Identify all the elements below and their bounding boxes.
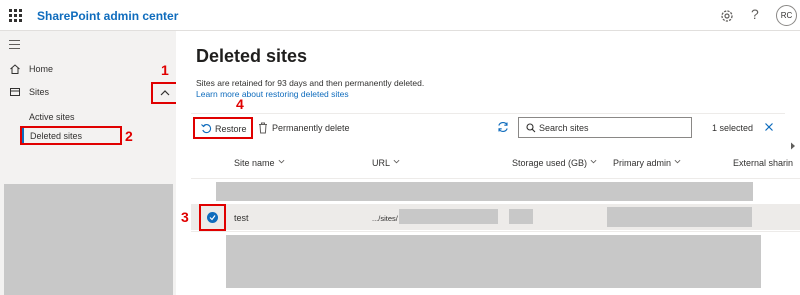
sidebar-item-active-sites[interactable]: Active sites	[29, 112, 75, 122]
site-name-cell[interactable]: test	[234, 213, 249, 223]
home-icon	[10, 64, 20, 74]
chevron-up-icon	[160, 90, 170, 96]
main-content: Deleted sites Sites are retained for 93 …	[176, 31, 800, 295]
restore-button[interactable]: Restore	[193, 117, 253, 139]
avatar[interactable]: RC	[776, 5, 797, 26]
scroll-right-icon[interactable]	[789, 142, 797, 150]
sidebar-item-deleted-sites[interactable]: Deleted sites	[20, 126, 122, 145]
column-label: Site name	[234, 158, 275, 168]
sidebar: Home Sites 1 Active sites Deleted sites …	[0, 31, 178, 295]
page-title: Deleted sites	[196, 46, 308, 66]
selection-indicator	[22, 128, 24, 143]
command-bar: Restore Permanently delete 1 selected	[191, 113, 785, 141]
column-header-storage-used[interactable]: Storage used (GB)	[512, 158, 597, 168]
sites-icon	[10, 88, 20, 96]
chevron-down-icon	[674, 159, 681, 164]
selected-count: 1 selected	[712, 123, 754, 133]
annotation-step-3: 3	[181, 209, 189, 225]
hamburger-menu-icon[interactable]	[9, 40, 20, 52]
sidebar-item-sites[interactable]: Sites	[0, 82, 176, 104]
app-title[interactable]: SharePoint admin center	[37, 9, 178, 23]
redacted-admin	[607, 207, 752, 227]
column-header-site-name[interactable]: Site name	[234, 158, 285, 168]
chevron-down-icon	[278, 159, 284, 164]
sidebar-item-label: Deleted sites	[30, 131, 83, 141]
close-icon[interactable]	[764, 122, 774, 132]
trash-icon	[259, 122, 267, 134]
chevron-down-icon	[590, 159, 597, 164]
redacted-area	[4, 184, 173, 295]
annotation-step-1: 1	[161, 62, 169, 78]
sidebar-item-label: Sites	[29, 87, 50, 97]
top-header: SharePoint admin center ? RC	[0, 0, 800, 31]
sidebar-item-label: Home	[29, 64, 54, 74]
redacted-row	[216, 182, 753, 201]
checkmark-icon	[207, 212, 218, 223]
redacted-row	[226, 235, 761, 288]
redacted-url	[399, 209, 498, 224]
redacted-storage	[509, 209, 533, 224]
search-icon	[526, 123, 536, 133]
restore-label: Restore	[215, 124, 247, 134]
restore-icon	[201, 124, 212, 134]
chevron-down-icon	[393, 159, 400, 164]
sidebar-item-home[interactable]: Home	[0, 59, 176, 81]
annotation-step-2: 2	[125, 128, 133, 144]
sites-collapse-button[interactable]	[151, 82, 178, 104]
table-divider	[191, 231, 800, 232]
url-cell[interactable]: .../sites/	[372, 214, 398, 223]
waffle-icon[interactable]	[9, 9, 22, 22]
search-input[interactable]	[539, 121, 687, 135]
column-header-url[interactable]: URL	[372, 158, 400, 168]
refresh-icon[interactable]	[497, 121, 509, 133]
column-label: Primary admin	[613, 158, 672, 168]
column-header-external-sharing[interactable]: External sharin	[733, 158, 793, 168]
retention-info-text: Sites are retained for 93 days and then …	[196, 78, 425, 88]
column-label: Storage used (GB)	[512, 158, 588, 168]
learn-more-link[interactable]: Learn more about restoring deleted sites	[196, 89, 349, 99]
permanently-delete-label: Permanently delete	[272, 123, 350, 133]
settings-icon[interactable]	[719, 8, 735, 24]
search-box[interactable]	[518, 117, 692, 138]
row-checkbox-highlight[interactable]	[199, 204, 226, 231]
column-header-primary-admin[interactable]: Primary admin	[613, 158, 681, 168]
annotation-step-4: 4	[236, 96, 244, 112]
column-label: URL	[372, 158, 391, 168]
table-divider	[191, 178, 800, 179]
help-icon[interactable]: ?	[751, 6, 759, 22]
